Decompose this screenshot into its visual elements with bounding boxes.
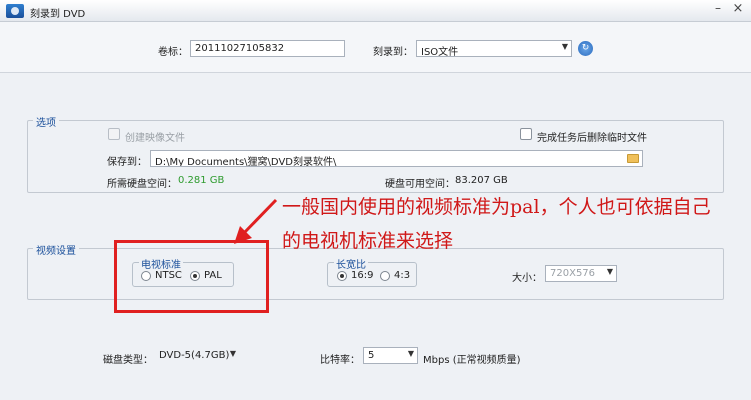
annotation-text-line-2: 的电视机标准来选择 <box>282 230 454 252</box>
annotation-text-line-1: 一般国内使用的视频标准为pal，个人也可依据自己 <box>282 196 711 218</box>
